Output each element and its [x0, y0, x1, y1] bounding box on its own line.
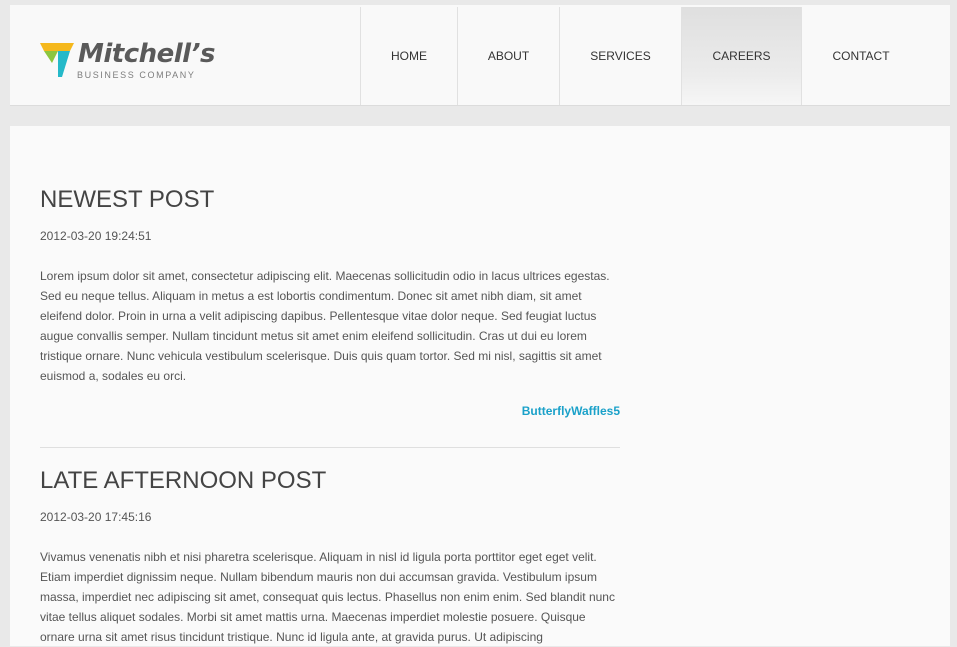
- post-author-link[interactable]: ButterflyWaffles5: [40, 403, 620, 419]
- post: NEWEST POST 2012-03-20 19:24:51 Lorem ip…: [40, 185, 620, 419]
- nav-item-home[interactable]: HOME: [360, 7, 457, 105]
- main-nav: HOME ABOUT SERVICES CAREERS CONTACT: [360, 7, 920, 105]
- logo-title: Mitchell’s: [78, 39, 215, 69]
- logo[interactable]: Mitchell’s BUSINESS COMPANY: [40, 37, 220, 83]
- logo-subtitle: BUSINESS COMPANY: [77, 70, 196, 80]
- nav-item-services[interactable]: SERVICES: [559, 7, 681, 105]
- post-divider: [40, 447, 620, 448]
- post: LATE AFTERNOON POST 2012-03-20 17:45:16 …: [40, 466, 620, 647]
- post-date: 2012-03-20 17:45:16: [40, 510, 152, 524]
- post-date: 2012-03-20 19:24:51: [40, 229, 152, 243]
- nav-item-about[interactable]: ABOUT: [457, 7, 559, 105]
- site-header: Mitchell’s BUSINESS COMPANY HOME ABOUT S…: [10, 5, 950, 106]
- post-body: Lorem ipsum dolor sit amet, consectetur …: [40, 269, 610, 383]
- post-body: Vivamus venenatis nibh et nisi pharetra …: [40, 550, 615, 644]
- nav-item-careers[interactable]: CAREERS: [681, 7, 802, 105]
- nav-item-contact[interactable]: CONTACT: [802, 7, 920, 105]
- post-title[interactable]: LATE AFTERNOON POST: [40, 466, 620, 496]
- post-title[interactable]: NEWEST POST: [40, 185, 620, 215]
- logo-mark-icon: [40, 43, 74, 77]
- main-content: NEWEST POST 2012-03-20 19:24:51 Lorem ip…: [10, 126, 950, 646]
